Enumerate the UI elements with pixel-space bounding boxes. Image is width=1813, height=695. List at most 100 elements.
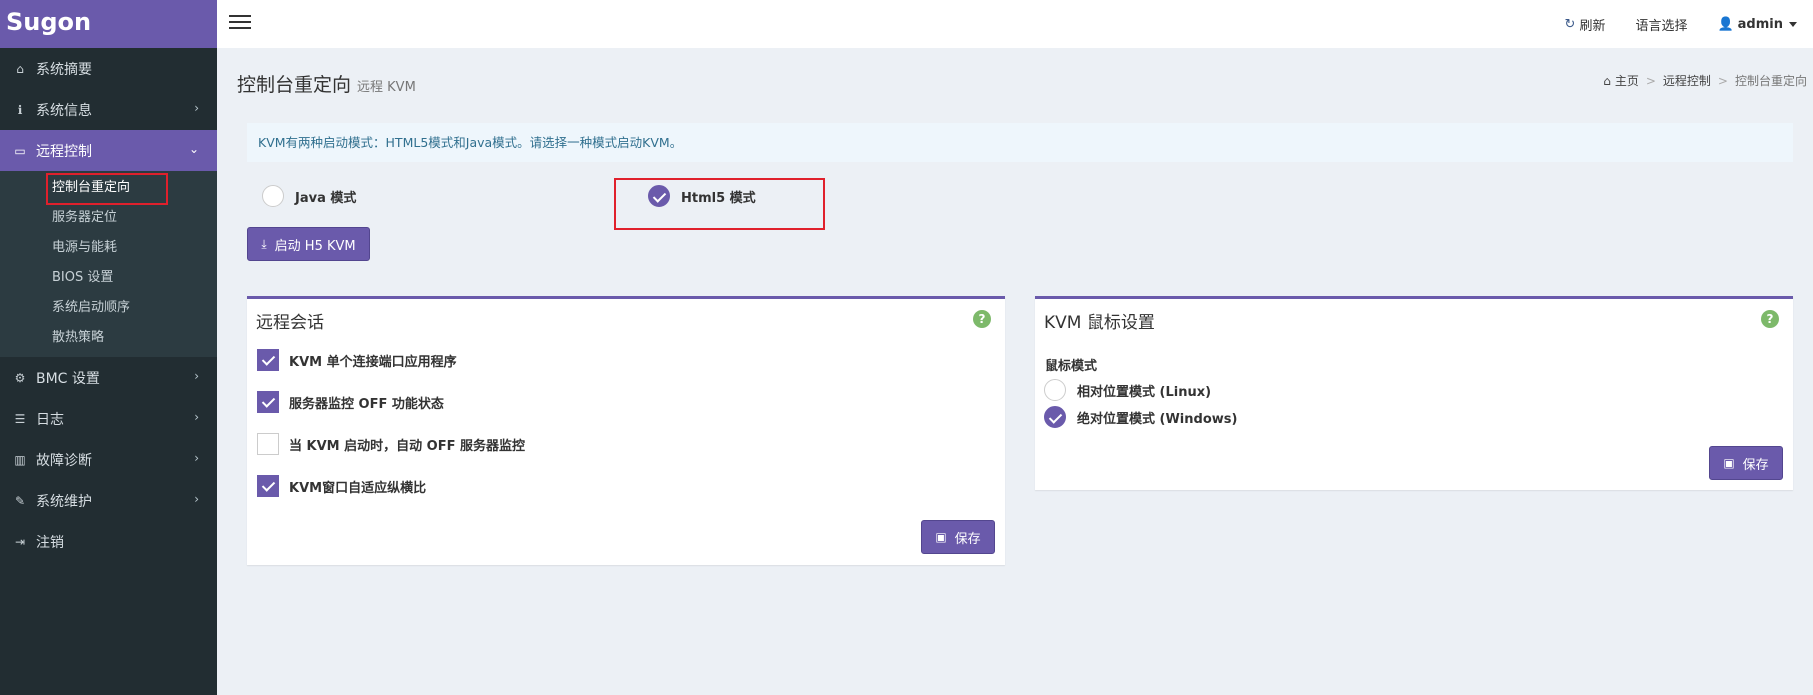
panel-title: 远程会话: [256, 313, 324, 333]
language-select[interactable]: 语言选择: [1635, 15, 1687, 34]
gear-icon: ⚙: [14, 370, 26, 385]
help-icon[interactable]: ?: [973, 310, 991, 328]
save-icon: ▣: [1723, 456, 1735, 470]
option-label: 相对位置模式 (Linux): [1077, 384, 1212, 400]
breadcrumb-separator: >: [1717, 73, 1728, 88]
checkbox[interactable]: [257, 391, 279, 413]
sidebar-item-remote-control[interactable]: ▭ 远程控制 ⌄: [0, 130, 217, 171]
database-icon: ☰: [14, 411, 26, 426]
save-button[interactable]: ▣ 保存: [1709, 446, 1783, 480]
option-server-monitor-off[interactable]: 服务器监控 OFF 功能状态: [257, 391, 444, 413]
option-auto-off-monitor[interactable]: 当 KVM 启动时，自动 OFF 服务器监控: [257, 433, 525, 455]
breadcrumb-remote-control[interactable]: 远程控制: [1663, 72, 1711, 89]
chevron-right-icon: ›: [194, 101, 199, 115]
breadcrumb: ⌂ 主页 > 远程控制 > 控制台重定向: [1603, 72, 1807, 89]
logo: Sugon: [0, 0, 217, 48]
chevron-right-icon: ›: [194, 492, 199, 506]
bar-chart-icon: ▥: [14, 452, 26, 467]
info-callout: KVM有两种启动模式：HTML5模式和Java模式。请选择一种模式启动KVM。: [247, 123, 1793, 162]
sidebar-item-label: 注销: [36, 534, 64, 551]
option-label: 当 KVM 启动时，自动 OFF 服务器监控: [289, 438, 525, 454]
page-title: 控制台重定向 远程 KVM: [237, 70, 416, 97]
submenu-item-label: BIOS 设置: [52, 270, 114, 285]
chevron-right-icon: ›: [194, 369, 199, 383]
kvm-mouse-panel: KVM 鼠标设置 ? 鼠标模式 相对位置模式 (Linux) 绝对位置模式 (W…: [1035, 296, 1793, 490]
radio[interactable]: [1044, 379, 1066, 401]
breadcrumb-home[interactable]: 主页: [1615, 72, 1639, 89]
highlight-box: [46, 173, 168, 205]
download-icon: ⤓: [261, 236, 267, 251]
submenu-item-label: 散热策略: [52, 330, 105, 345]
option-aspect-ratio[interactable]: KVM窗口自适应纵横比: [257, 475, 426, 497]
page-subtitle: 远程 KVM: [357, 80, 416, 95]
submenu-item-label: 系统启动顺序: [52, 300, 131, 315]
submenu-item-bios[interactable]: BIOS 设置: [0, 263, 217, 293]
submenu-item-boot-order[interactable]: 系统启动顺序: [0, 293, 217, 323]
launch-h5-kvm-button[interactable]: ⤓ 启动 H5 KVM: [247, 227, 370, 261]
sidebar-item-label: BMC 设置: [36, 370, 100, 387]
page-title-text: 控制台重定向: [237, 74, 352, 96]
checkbox[interactable]: [257, 475, 279, 497]
launch-button-label: 启动 H5 KVM: [274, 238, 356, 254]
user-menu[interactable]: 👤 admin: [1717, 17, 1797, 32]
option-label: 绝对位置模式 (Windows): [1077, 411, 1238, 427]
java-mode-radio[interactable]: [262, 185, 284, 207]
html5-mode-radio[interactable]: [648, 185, 670, 207]
mouse-option-absolute[interactable]: 绝对位置模式 (Windows): [1044, 406, 1237, 428]
logout-icon: ⇥: [14, 534, 26, 549]
sidebar-item-label: 系统维护: [36, 493, 92, 510]
java-mode-option[interactable]: Java 模式: [262, 185, 356, 207]
mouse-mode-label: 鼠标模式: [1045, 359, 1098, 374]
sidebar-item-logs[interactable]: ☰ 日志 ›: [0, 398, 217, 439]
submenu-item-console-redirect[interactable]: 控制台重定向: [0, 173, 217, 205]
sidebar-item-maintenance[interactable]: ✎ 系统维护 ›: [0, 480, 217, 521]
user-icon: 👤: [1717, 16, 1734, 32]
help-icon[interactable]: ?: [1761, 310, 1779, 328]
sidebar-item-logout[interactable]: ⇥ 注销: [0, 521, 217, 562]
sidebar-item-label: 故障诊断: [36, 452, 92, 469]
menu-toggle-icon[interactable]: [229, 15, 251, 31]
option-label: KVM窗口自适应纵横比: [289, 480, 427, 496]
submenu-item-cooling[interactable]: 散热策略: [0, 323, 217, 353]
checkbox[interactable]: [257, 433, 279, 455]
submenu-item-label: 服务器定位: [52, 210, 118, 225]
refresh-label: 刷新: [1579, 18, 1606, 34]
radio[interactable]: [1044, 406, 1066, 428]
panel-title: KVM 鼠标设置: [1044, 313, 1155, 333]
remote-control-submenu: 控制台重定向 服务器定位 电源与能耗 BIOS 设置 系统启动顺序 散热策略: [0, 171, 217, 357]
sidebar-item-diagnostics[interactable]: ▥ 故障诊断 ›: [0, 439, 217, 480]
submenu-item-power[interactable]: 电源与能耗: [0, 233, 217, 263]
info-icon: ℹ: [17, 102, 23, 117]
sidebar-item-label: 远程控制: [36, 143, 92, 160]
html5-mode-option[interactable]: Html5 模式: [648, 185, 756, 207]
submenu-item-label: 电源与能耗: [52, 240, 118, 255]
header-actions: ↻ 刷新 语言选择 👤 admin: [1535, 0, 1797, 48]
submenu-item-server-locate[interactable]: 服务器定位: [0, 203, 217, 233]
checkbox[interactable]: [257, 349, 279, 371]
save-icon: ▣: [935, 530, 947, 544]
java-mode-label: Java 模式: [295, 190, 357, 206]
sidebar-item-bmc-settings[interactable]: ⚙ BMC 设置 ›: [0, 357, 217, 398]
breadcrumb-separator: >: [1645, 73, 1656, 88]
sidebar-item-label: 系统信息: [36, 102, 92, 119]
sidebar-item-label: 日志: [36, 411, 64, 428]
home-icon: ⌂: [16, 61, 24, 76]
top-header: ↻ 刷新 语言选择 👤 admin: [217, 0, 1813, 48]
refresh-button[interactable]: ↻ 刷新: [1565, 15, 1606, 34]
home-icon: ⌂: [1603, 73, 1611, 88]
save-label: 保存: [1742, 457, 1769, 473]
user-name: admin: [1737, 16, 1783, 32]
sidebar-item-label: 系统摘要: [36, 61, 92, 78]
save-button[interactable]: ▣ 保存: [921, 520, 995, 554]
sidebar: Sugon ⌂ 系统摘要 ℹ 系统信息 › ▭ 远程控制 ⌄ 控制台重定向 服务…: [0, 0, 217, 695]
caret-down-icon: [1789, 21, 1797, 27]
option-single-port[interactable]: KVM 单个连接端口应用程序: [257, 349, 457, 371]
option-label: KVM 单个连接端口应用程序: [289, 354, 457, 370]
sidebar-item-system-info[interactable]: ℹ 系统信息 ›: [0, 89, 217, 130]
mouse-option-relative[interactable]: 相对位置模式 (Linux): [1044, 379, 1211, 401]
html5-mode-label: Html5 模式: [681, 190, 756, 206]
sidebar-item-summary[interactable]: ⌂ 系统摘要: [0, 48, 217, 89]
language-label: 语言选择: [1635, 18, 1688, 34]
chevron-right-icon: ›: [194, 410, 199, 424]
breadcrumb-current: 控制台重定向: [1734, 74, 1807, 88]
